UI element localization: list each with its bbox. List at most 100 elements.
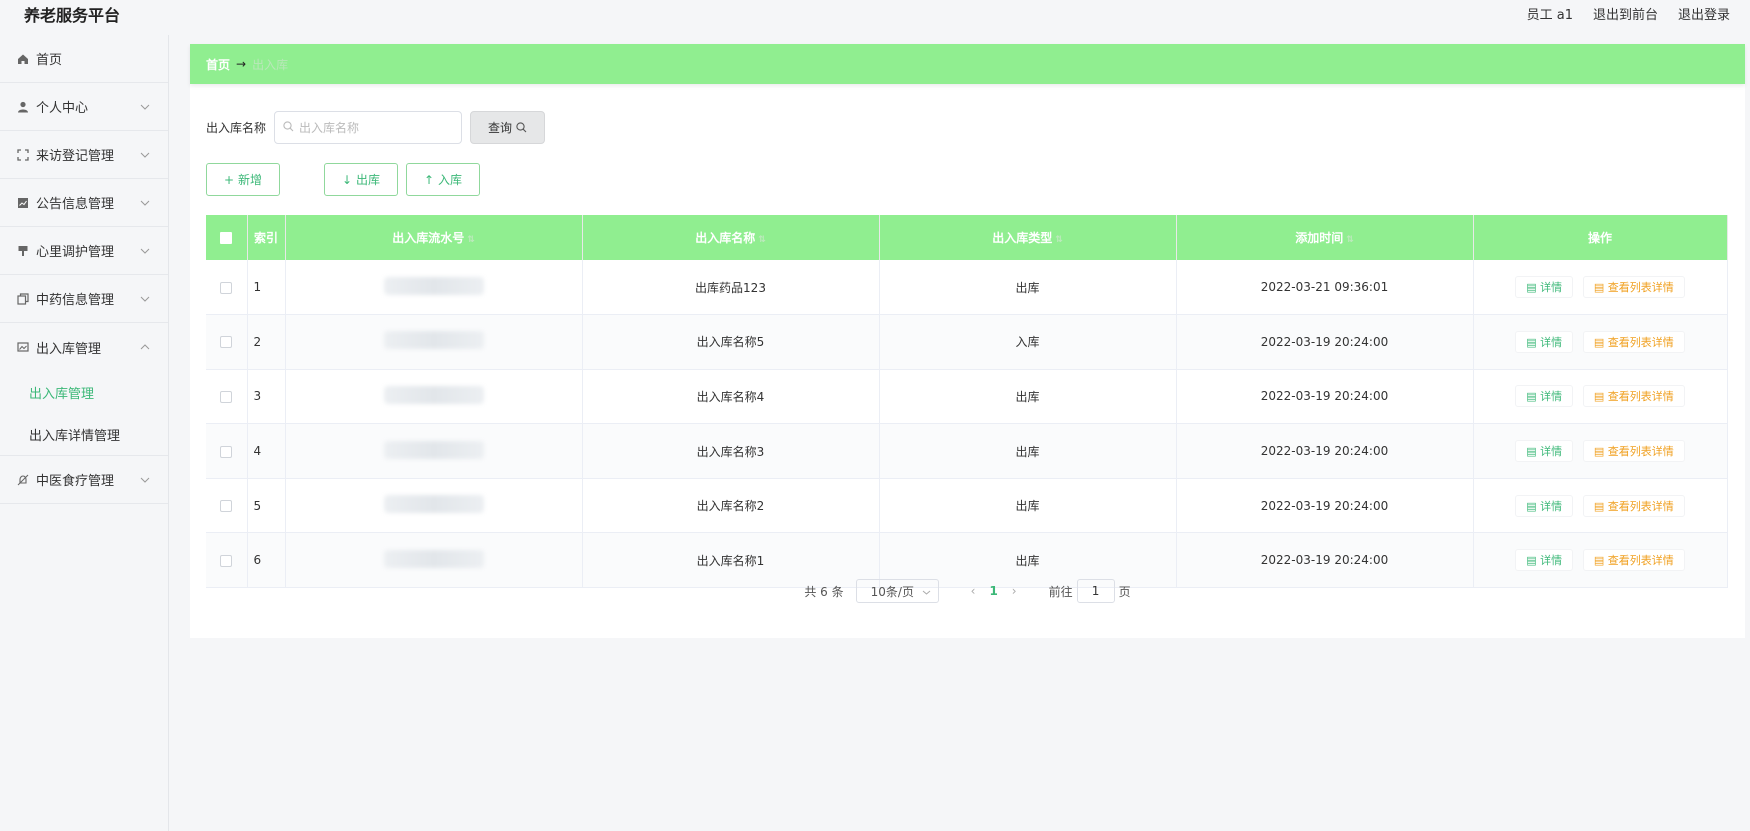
table-row: 5 出入库名称2 出库 2022-03-19 20:24:00 ▤ 详情 ▤ 查… (206, 478, 1728, 534)
sort-icon: ⇅ (467, 235, 475, 245)
out-button[interactable]: ↓ 出库 (324, 163, 398, 196)
sidebar-item-diet[interactable]: 中医食疗管理 (0, 456, 168, 504)
sidebar-item-visits[interactable]: 来访登记管理 (0, 131, 168, 179)
table-row: 1 出库药品123 出库 2022-03-21 09:36:01 ▤ 详情 ▤ … (206, 260, 1728, 316)
sidebar-item-personal[interactable]: 个人中心 (0, 83, 168, 131)
row-name: 出入库名称4 (582, 369, 880, 425)
chevron-down-icon (140, 147, 150, 162)
pagination: 共 6 条 10条/页 ‹ 1 › 前往 1 页 (190, 579, 1745, 603)
table-row: 2 出入库名称5 入库 2022-03-19 20:24:00 ▤ 详情 ▤ 查… (206, 314, 1728, 370)
logout-link[interactable]: 退出登录 (1678, 4, 1730, 23)
list-detail-button[interactable]: ▤ 查看列表详情 (1582, 330, 1685, 353)
sidebar-item-label: 公告信息管理 (36, 197, 115, 212)
goto-prefix: 前往 (1048, 584, 1073, 599)
detail-button[interactable]: ▤ 详情 (1515, 549, 1574, 572)
sidebar-item-inventory[interactable]: 出入库管理 (0, 323, 168, 371)
row-type: 出库 (879, 260, 1177, 316)
document-icon: ▤ (1593, 499, 1608, 513)
select-all-checkbox[interactable] (206, 215, 248, 260)
row-name: 出入库名称5 (582, 314, 880, 370)
sidebar-item-label: 首页 (36, 53, 63, 68)
row-checkbox[interactable] (206, 478, 248, 534)
row-actions: ▤ 详情 ▤ 查看列表详情 (1473, 314, 1728, 370)
list-detail-button[interactable]: ▤ 查看列表详情 (1582, 549, 1685, 572)
table-row: 3 出入库名称4 出库 2022-03-19 20:24:00 ▤ 详情 ▤ 查… (206, 369, 1728, 425)
row-index: 4 (247, 423, 286, 479)
sidebar-item-care[interactable]: 心里调护管理 (0, 227, 168, 275)
detail-button[interactable]: ▤ 详情 (1515, 440, 1574, 463)
row-checkbox[interactable] (206, 369, 248, 425)
row-actions: ▤ 详情 ▤ 查看列表详情 (1473, 423, 1728, 479)
search-label: 出入库名称 (206, 121, 267, 135)
next-page-button[interactable]: › (1012, 584, 1017, 598)
row-index: 3 (247, 369, 286, 425)
detail-button[interactable]: ▤ 详情 (1515, 385, 1574, 408)
bell-off-icon (16, 473, 30, 487)
row-type: 入库 (879, 314, 1177, 370)
chevron-down-icon (140, 291, 150, 306)
document-icon: ▤ (1526, 554, 1541, 568)
breadcrumb-current: 出入库 (252, 57, 289, 72)
list-detail-button[interactable]: ▤ 查看列表详情 (1582, 494, 1685, 517)
document-icon: ▤ (1526, 281, 1541, 295)
sidebar-item-herbs[interactable]: 中药信息管理 (0, 275, 168, 323)
home-icon (16, 52, 30, 66)
data-table: 索引 出入库流水号 ⇅ 出入库名称 ⇅ 出入库类型 ⇅ 添加时间 ⇅ 操作 1 出库药品… (206, 215, 1728, 589)
row-serial-redacted (285, 314, 583, 370)
row-index: 5 (247, 478, 286, 534)
row-serial-redacted (285, 260, 583, 316)
goto-input[interactable]: 1 (1076, 579, 1115, 603)
chevron-down-icon (140, 243, 150, 258)
detail-button[interactable]: ▤ 详情 (1515, 330, 1574, 353)
top-links: 员工 a1 退出到前台 退出登录 (1527, 4, 1730, 23)
row-actions: ▤ 详情 ▤ 查看列表详情 (1473, 369, 1728, 425)
row-time: 2022-03-19 20:24:00 (1176, 369, 1474, 425)
arrow-down-icon: ↓ (341, 172, 353, 187)
in-button[interactable]: ↑ 入库 (406, 163, 480, 196)
list-detail-button[interactable]: ▤ 查看列表详情 (1582, 276, 1685, 299)
search-field[interactable] (274, 111, 463, 144)
header-index: 索引 (247, 215, 286, 260)
query-button[interactable]: 查询 (470, 111, 546, 144)
row-time: 2022-03-19 20:24:00 (1176, 478, 1474, 534)
row-type: 出库 (879, 478, 1177, 534)
document-icon: ▤ (1593, 281, 1608, 295)
header-time[interactable]: 添加时间 ⇅ (1176, 215, 1474, 260)
row-checkbox[interactable] (206, 260, 248, 316)
row-checkbox[interactable] (206, 423, 248, 479)
document-icon: ▤ (1593, 445, 1608, 459)
app-title: 养老服务平台 (24, 6, 121, 25)
main-panel: 首页 → 出入库 出入库名称 查询 + 新增 ↓ 出库 ↑ 入库 (190, 44, 1745, 638)
sidebar: 首页 个人中心 来访登记管理 公告信息管理 心里调护管理 中药信息管理 出入库管… (0, 35, 169, 831)
header-type[interactable]: 出入库类型 ⇅ (879, 215, 1177, 260)
detail-button[interactable]: ▤ 详情 (1515, 276, 1574, 299)
list-detail-button[interactable]: ▤ 查看列表详情 (1582, 385, 1685, 408)
list-detail-button[interactable]: ▤ 查看列表详情 (1582, 440, 1685, 463)
sidebar-subitem-inventory[interactable]: 出入库管理 (0, 371, 168, 413)
page-size-select[interactable]: 10条/页 (855, 579, 939, 603)
row-time: 2022-03-21 09:36:01 (1176, 260, 1474, 316)
in-button-label: 入库 (438, 173, 463, 187)
prev-page-button[interactable]: ‹ (971, 584, 976, 598)
row-checkbox[interactable] (206, 314, 248, 370)
picture-icon (16, 340, 30, 354)
page-number[interactable]: 1 (989, 584, 997, 598)
document-icon: ▤ (1526, 390, 1541, 404)
add-button[interactable]: + 新增 (206, 163, 280, 196)
header-name[interactable]: 出入库名称 ⇅ (582, 215, 880, 260)
sidebar-item-label: 中医食疗管理 (36, 474, 115, 489)
sidebar-item-notice[interactable]: 公告信息管理 (0, 179, 168, 227)
search-input[interactable] (299, 120, 450, 135)
header-serial[interactable]: 出入库流水号 ⇅ (285, 215, 583, 260)
row-time: 2022-03-19 20:24:00 (1176, 423, 1474, 479)
query-button-label: 查询 (488, 121, 513, 135)
sort-icon: ⇅ (1346, 235, 1354, 245)
sidebar-item-home[interactable]: 首页 (0, 35, 168, 83)
breadcrumb-home[interactable]: 首页 (206, 56, 230, 73)
document-icon: ▤ (1593, 335, 1608, 349)
top-bar: 养老服务平台 员工 a1 退出到前台 退出登录 (0, 0, 1750, 27)
row-index: 1 (247, 260, 286, 316)
front-link[interactable]: 退出到前台 (1593, 4, 1658, 23)
detail-button[interactable]: ▤ 详情 (1515, 494, 1574, 517)
sidebar-subitem-inventory-details[interactable]: 出入库详情管理 (0, 413, 168, 455)
